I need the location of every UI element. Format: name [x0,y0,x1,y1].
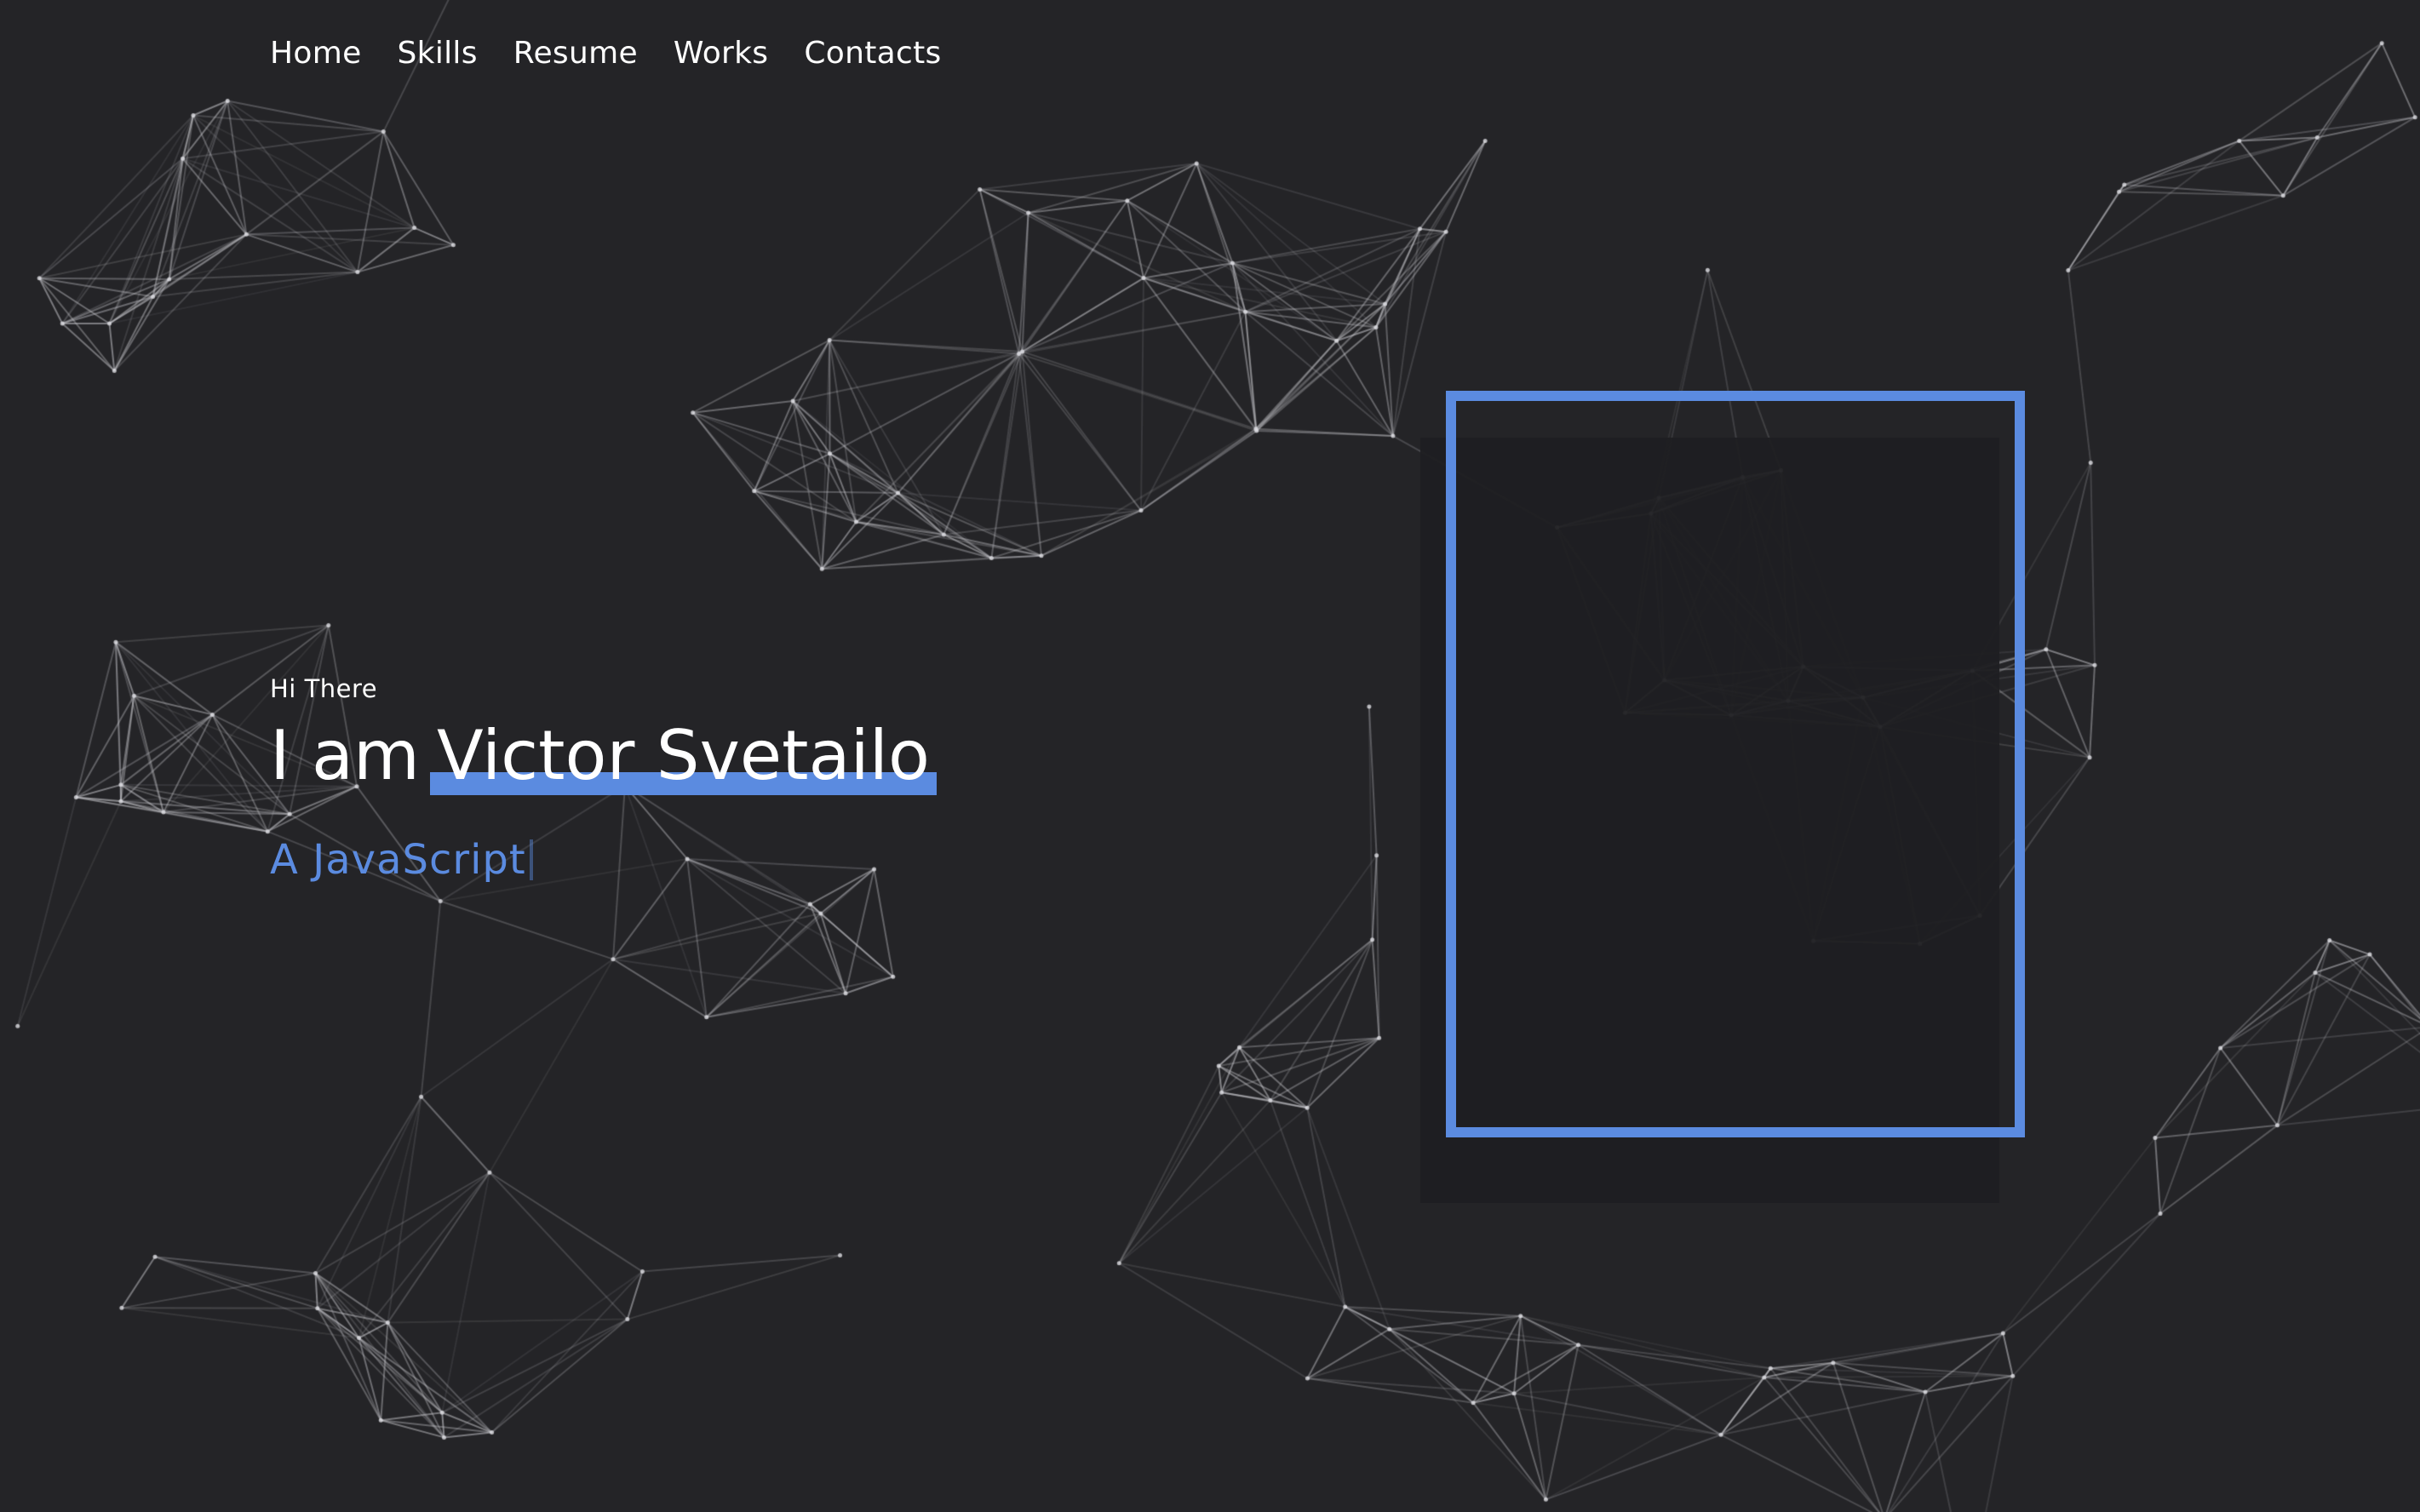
name-text: Victor Svetailo [436,716,930,795]
nav-home[interactable]: Home [270,36,362,71]
nav-contacts[interactable]: Contacts [804,36,941,71]
main-nav: Home Skills Resume Works Contacts [270,36,942,71]
nav-skills[interactable]: Skills [398,36,478,71]
typing-cursor [529,839,533,880]
headline: I am Victor Svetailo [270,722,937,795]
photo-frame [1446,391,2025,1137]
name-highlight: Victor Svetailo [429,722,937,795]
hero-section: Hi There I am Victor Svetailo A JavaScrip… [270,674,937,884]
nav-works[interactable]: Works [674,36,768,71]
role-text: A JavaScript [270,835,526,884]
nav-resume[interactable]: Resume [513,36,638,71]
intro-text: I am [270,716,420,795]
typed-role: A JavaScript [270,836,937,884]
greeting-text: Hi There [270,674,378,703]
